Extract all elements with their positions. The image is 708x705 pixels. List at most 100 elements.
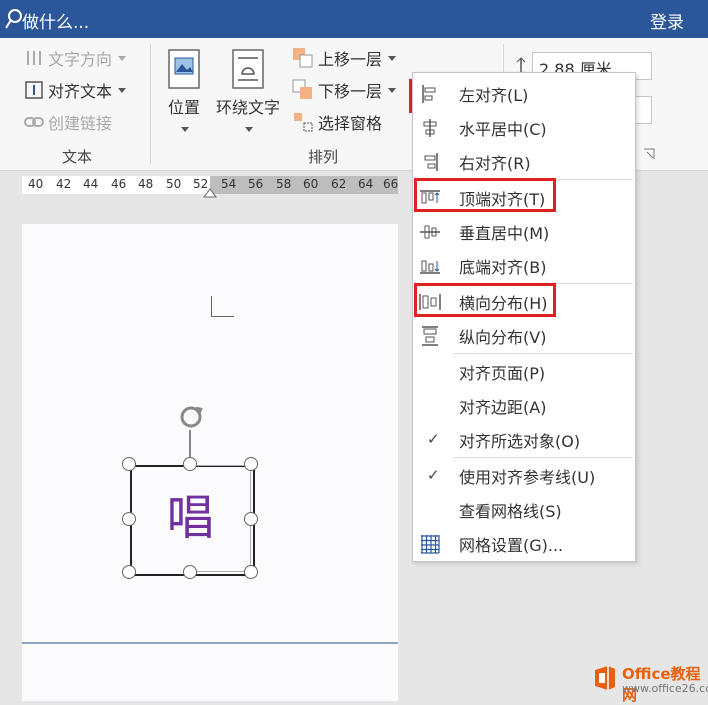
selection-pane-icon xyxy=(294,113,313,132)
resize-handle[interactable] xyxy=(244,457,258,471)
align-middle-icon xyxy=(420,225,440,239)
ruler-tick: 48 xyxy=(138,177,154,191)
menu-item-label: 底端对齐(B) xyxy=(459,258,547,277)
align-dropdown-menu: 左对齐(L) 水平居中(C) 右对齐(R) 顶端对齐(T) 垂直居中(M) 底端… xyxy=(412,72,636,562)
bring-forward-icon xyxy=(293,48,313,68)
ruler-tick: 46 xyxy=(111,177,127,191)
menu-item-align-right[interactable]: 右对齐(R) xyxy=(413,147,633,177)
ruler-tick: 64 xyxy=(358,177,374,191)
position-icon xyxy=(168,49,200,89)
send-backward-icon xyxy=(292,79,312,99)
ruler-tick: 62 xyxy=(331,177,347,191)
menu-item-label: 纵向分布(V) xyxy=(459,328,547,347)
chevron-down-icon xyxy=(388,55,397,61)
menu-item-label: 对齐所选对象(O) xyxy=(459,432,581,451)
text-direction-icon xyxy=(27,51,41,65)
ruler-tick: 60 xyxy=(303,177,319,191)
distribute-vertical-icon xyxy=(422,326,438,346)
menu-item-align-selected-objects[interactable]: ✓ 对齐所选对象(O) xyxy=(413,425,633,455)
resize-handle[interactable] xyxy=(183,565,197,579)
grid-icon xyxy=(421,535,440,554)
ruler-indent-marker-icon[interactable] xyxy=(203,188,217,198)
align-text-label: 对齐文本 xyxy=(48,82,113,101)
ruler-tick: 54 xyxy=(221,177,237,191)
text-direction-button[interactable]: 文字方向 xyxy=(24,46,127,70)
ruler-tick: 50 xyxy=(166,177,182,191)
menu-separator xyxy=(453,353,633,354)
menu-item-align-middle[interactable]: 垂直居中(M) xyxy=(413,217,633,247)
watermark-url: www.office26.com xyxy=(622,682,708,695)
menu-item-label: 对齐边距(A) xyxy=(459,398,547,417)
highlight-align-top xyxy=(414,178,556,212)
menu-item-align-bottom[interactable]: 底端对齐(B) xyxy=(413,251,633,281)
text-direction-label: 文字方向 xyxy=(48,50,113,69)
office-logo-icon xyxy=(595,666,615,690)
align-left-icon xyxy=(422,85,436,103)
align-center-icon xyxy=(423,119,437,137)
text-group-label: 文本 xyxy=(62,148,93,166)
menu-item-align-to-page[interactable]: 对齐页面(P) xyxy=(413,357,633,387)
resize-handle[interactable] xyxy=(122,512,136,526)
bring-forward-button[interactable]: 上移一层 xyxy=(292,46,397,70)
resize-handle[interactable] xyxy=(122,457,136,471)
send-backward-button[interactable]: 下移一层 xyxy=(292,78,397,102)
resize-handle[interactable] xyxy=(122,565,136,579)
wrap-text-label: 环绕文字 xyxy=(215,98,280,117)
chevron-down-icon xyxy=(181,127,189,132)
position-button[interactable]: 位置 xyxy=(164,48,204,136)
chevron-down-icon xyxy=(118,55,127,61)
ruler-tick: 56 xyxy=(248,177,264,191)
title-bar: 做什么... 登录 xyxy=(0,0,708,38)
highlight-distribute-horizontally xyxy=(414,283,556,317)
chevron-down-icon xyxy=(118,87,127,93)
selection-pane-button[interactable]: 选择窗格 xyxy=(292,110,382,134)
menu-item-grid-settings[interactable]: 网格设置(G)... xyxy=(413,529,633,559)
menu-item-label: 使用对齐参考线(U) xyxy=(459,468,596,487)
chevron-down-icon xyxy=(388,87,397,93)
shape-text[interactable]: 唱 xyxy=(130,478,251,548)
group-divider xyxy=(150,44,151,164)
resize-handle[interactable] xyxy=(183,457,197,471)
resize-handle[interactable] xyxy=(244,512,258,526)
ruler-tick: 58 xyxy=(276,177,292,191)
rotate-handle-icon[interactable] xyxy=(176,402,206,432)
ruler-tick: 44 xyxy=(83,177,99,191)
align-text-button[interactable]: 对齐文本 xyxy=(24,78,127,102)
page-bottom-rule xyxy=(22,642,398,644)
menu-item-view-gridlines[interactable]: 查看网格线(S) xyxy=(413,495,633,525)
menu-item-label: 对齐页面(P) xyxy=(459,364,546,383)
wrap-text-button[interactable]: 环绕文字 xyxy=(214,48,282,136)
menu-item-label: 左对齐(L) xyxy=(459,86,529,105)
wrap-text-icon xyxy=(232,49,264,89)
document-page[interactable] xyxy=(22,224,398,701)
login-button[interactable]: 登录 xyxy=(650,8,684,33)
position-label: 位置 xyxy=(167,98,200,117)
ruler-tick: 42 xyxy=(56,177,72,191)
link-icon xyxy=(24,117,44,127)
menu-item-label: 垂直居中(M) xyxy=(459,224,550,243)
bring-forward-label: 上移一层 xyxy=(318,50,383,69)
tell-me-input[interactable]: 做什么... xyxy=(22,8,89,33)
create-link-button[interactable]: 创建链接 xyxy=(24,110,112,134)
align-bottom-icon xyxy=(420,260,440,274)
ruler-tick: 40 xyxy=(28,177,44,191)
create-link-label: 创建链接 xyxy=(48,114,113,133)
menu-item-label: 水平居中(C) xyxy=(459,120,547,139)
menu-item-align-to-margin[interactable]: 对齐边距(A) xyxy=(413,391,633,421)
arrange-group-label: 排列 xyxy=(308,148,339,166)
menu-item-distribute-vertically[interactable]: 纵向分布(V) xyxy=(413,321,633,351)
menu-item-align-center[interactable]: 水平居中(C) xyxy=(413,113,633,143)
chevron-down-icon xyxy=(245,127,253,132)
ruler-tick: 66 xyxy=(383,177,399,191)
selection-pane-label: 选择窗格 xyxy=(318,114,383,133)
resize-handle[interactable] xyxy=(244,565,258,579)
align-right-icon xyxy=(424,153,438,171)
menu-item-label: 右对齐(R) xyxy=(459,154,531,173)
menu-item-label: 查看网格线(S) xyxy=(459,502,562,521)
dialog-launcher-icon[interactable] xyxy=(643,148,655,160)
margin-corner-mark xyxy=(211,296,234,317)
menu-item-label: 网格设置(G)... xyxy=(459,536,564,555)
menu-item-use-alignment-guides[interactable]: ✓ 使用对齐参考线(U) xyxy=(413,461,633,491)
menu-separator xyxy=(453,457,633,458)
menu-item-align-left[interactable]: 左对齐(L) xyxy=(413,79,633,109)
